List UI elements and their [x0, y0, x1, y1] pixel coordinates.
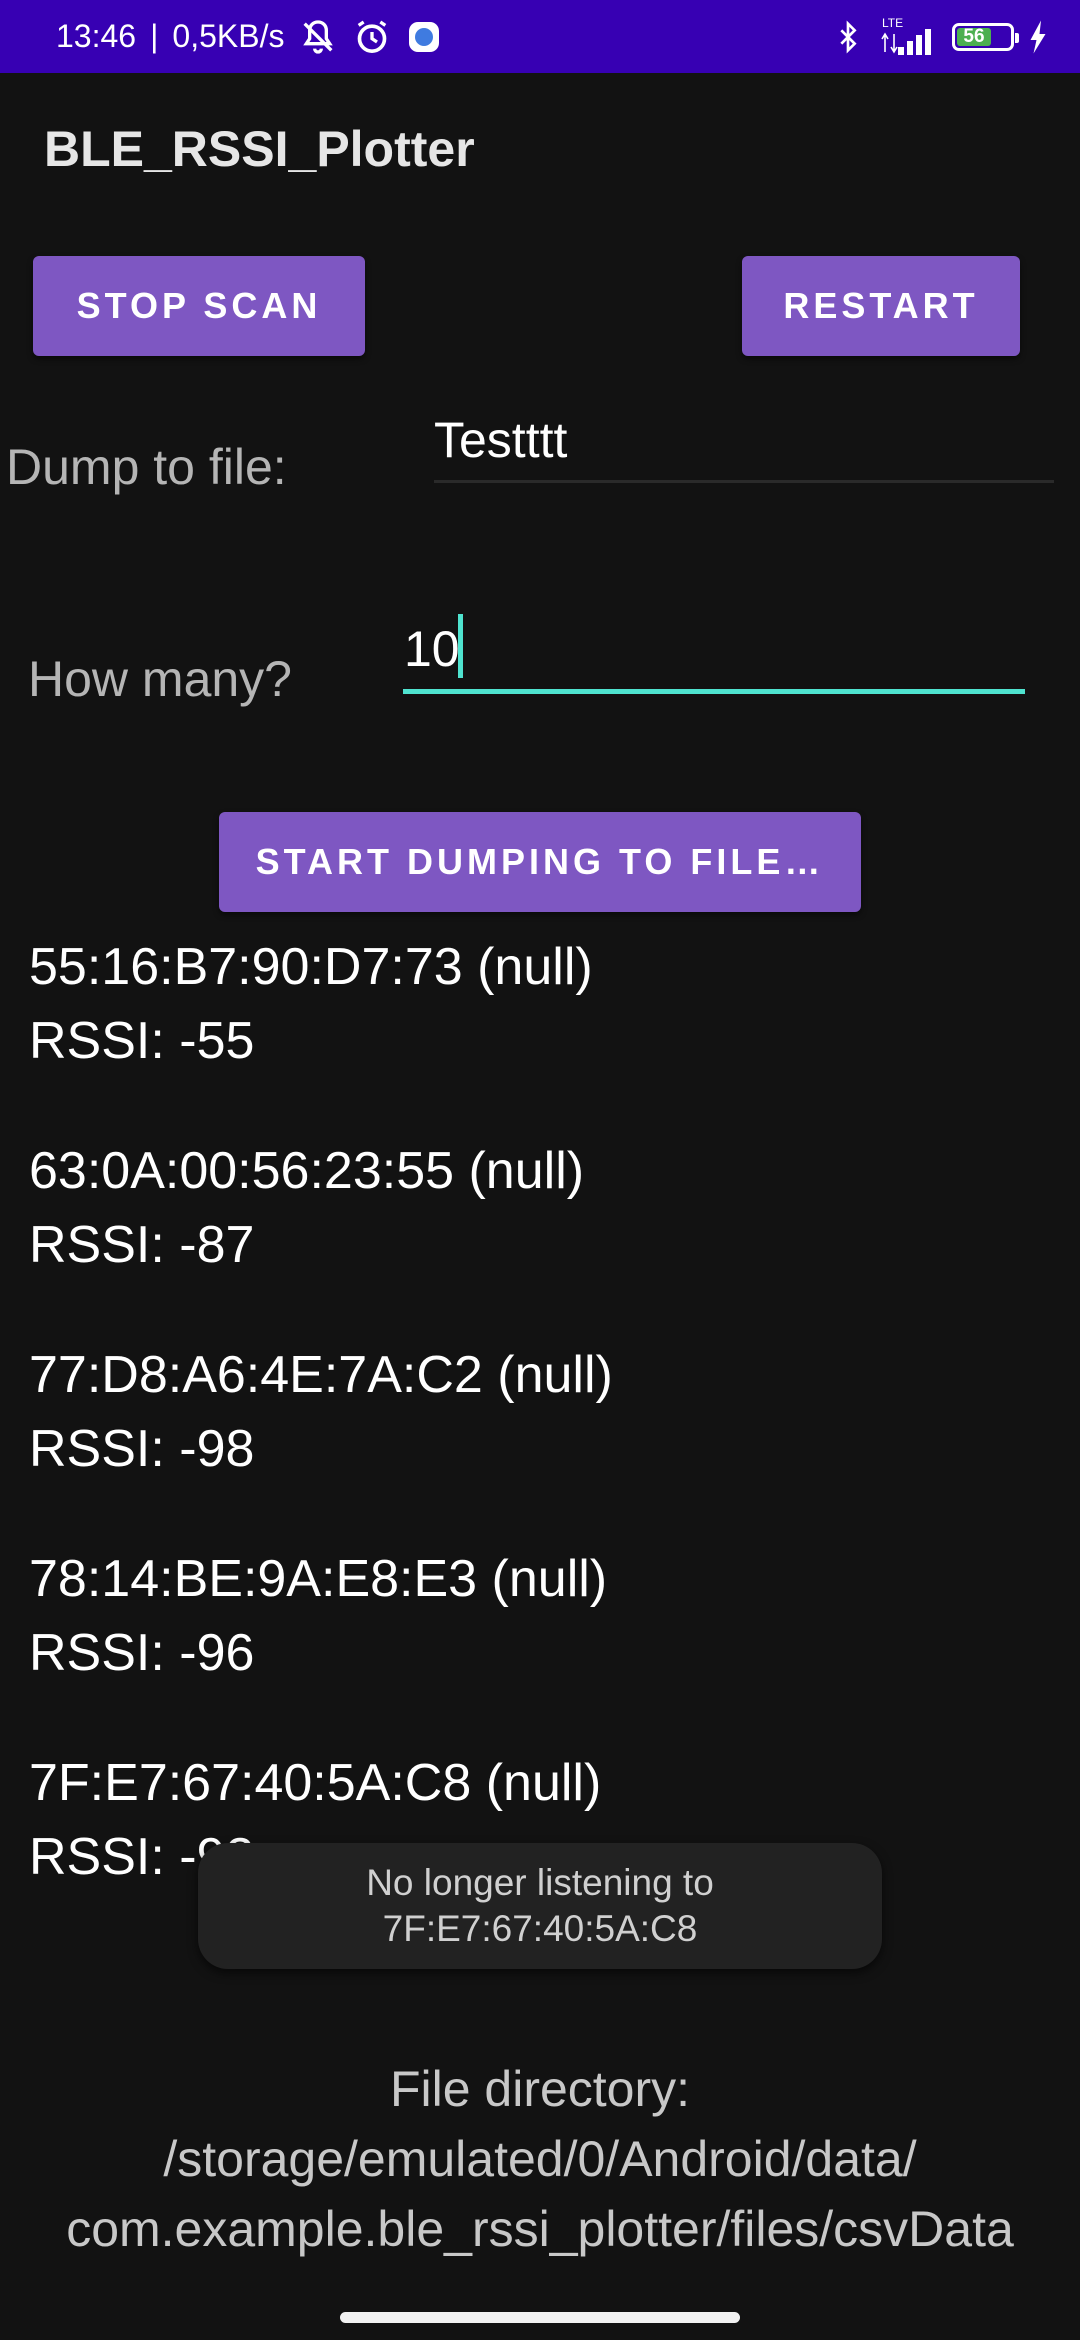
- list-item[interactable]: 55:16:B7:90:D7:73 (null) RSSI: -55: [29, 930, 1049, 1134]
- status-bar: 13:46 | 0,5KB/s LTE 56: [0, 0, 1080, 73]
- text-cursor: [458, 614, 463, 678]
- status-left: 13:46 | 0,5KB/s: [56, 0, 442, 73]
- network-type-label: LTE: [882, 16, 903, 30]
- toast-line-2: 7F:E7:67:40:5A:C8: [382, 1908, 698, 1949]
- device-rssi: RSSI: -55: [29, 1012, 255, 1070]
- battery-level: 56: [957, 26, 991, 47]
- app-screen: 13:46 | 0,5KB/s LTE 56 BLE_RSSI_Plotter …: [0, 0, 1080, 2340]
- list-item[interactable]: 63:0A:00:56:23:55 (null) RSSI: -87: [29, 1134, 1049, 1338]
- bell-off-icon: [298, 17, 338, 57]
- status-speed: 0,5KB/s: [172, 18, 285, 54]
- device-address: 77:D8:A6:4E:7A:C2 (null): [29, 1346, 613, 1404]
- toast-line-1: No longer listening to: [366, 1862, 714, 1903]
- count-input[interactable]: [404, 618, 1024, 680]
- alarm-icon: [352, 17, 392, 57]
- toast-message: No longer listening to 7F:E7:67:40:5A:C8: [198, 1843, 882, 1969]
- app-title: BLE_RSSI_Plotter: [44, 121, 475, 177]
- list-item[interactable]: 77:D8:A6:4E:7A:C2 (null) RSSI: -98: [29, 1338, 1049, 1542]
- count-underline: [403, 689, 1025, 694]
- charging-icon: [1026, 19, 1050, 55]
- restart-button[interactable]: RESTART: [742, 256, 1020, 356]
- bluetooth-icon: [832, 17, 864, 57]
- device-list[interactable]: 55:16:B7:90:D7:73 (null) RSSI: -55 63:0A…: [29, 930, 1049, 1880]
- status-separator: |: [150, 18, 159, 54]
- status-time: 13:46: [56, 18, 137, 54]
- filename-input[interactable]: [434, 410, 1054, 470]
- file-directory-path-2: com.example.ble_rssi_plotter/files/csvDa…: [66, 2201, 1014, 2257]
- start-dumping-button[interactable]: START DUMPING TO FILE…: [219, 812, 861, 912]
- how-many-label: How many?: [28, 651, 292, 707]
- file-directory-label: File directory:: [389, 2061, 691, 2117]
- status-right: LTE 56: [832, 0, 1050, 73]
- device-address: 63:0A:00:56:23:55 (null): [29, 1142, 585, 1200]
- device-rssi: RSSI: -98: [29, 1420, 255, 1478]
- filename-underline: [434, 480, 1054, 483]
- device-address: 7F:E7:67:40:5A:C8 (null): [29, 1754, 602, 1812]
- device-rssi: RSSI: -96: [29, 1624, 255, 1682]
- device-rssi: RSSI: -87: [29, 1216, 255, 1274]
- dump-to-file-label: Dump to file:: [6, 439, 287, 495]
- home-indicator[interactable]: [340, 2312, 740, 2323]
- list-item[interactable]: 78:14:BE:9A:E8:E3 (null) RSSI: -96: [29, 1542, 1049, 1746]
- app-notification-icon: [406, 19, 442, 55]
- file-directory-path-1: /storage/emulated/0/Android/data/: [163, 2131, 917, 2187]
- device-address: 55:16:B7:90:D7:73 (null): [29, 938, 593, 996]
- battery-icon: 56: [952, 22, 1019, 51]
- stop-scan-button[interactable]: STOP SCAN: [33, 256, 365, 356]
- signal-icon: LTE: [876, 15, 940, 59]
- device-address: 78:14:BE:9A:E8:E3 (null): [29, 1550, 608, 1608]
- file-directory-info: File directory: /storage/emulated/0/Andr…: [0, 2054, 1080, 2264]
